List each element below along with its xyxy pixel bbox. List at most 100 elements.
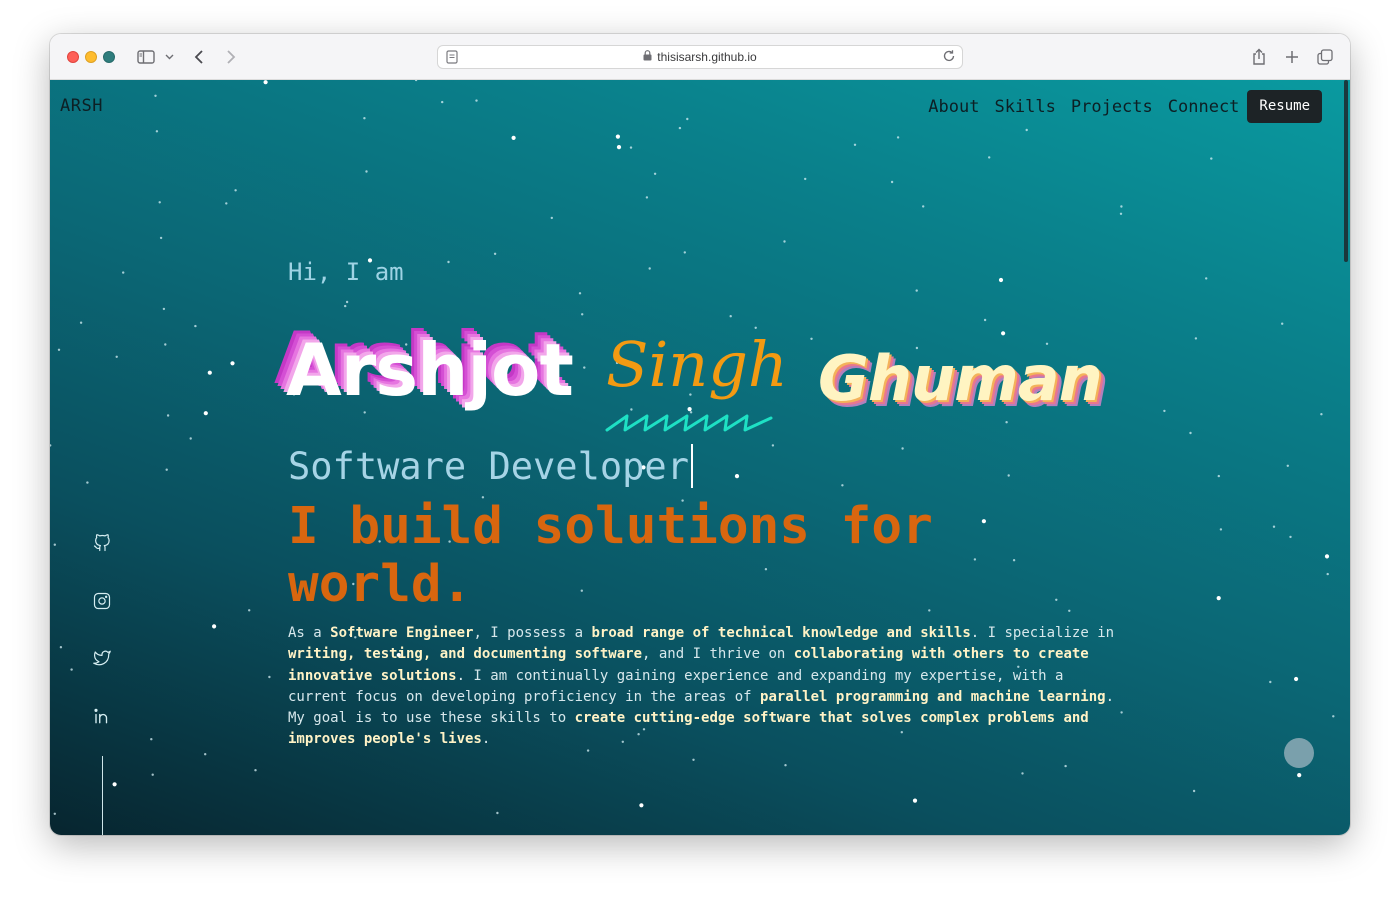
star (204, 753, 207, 756)
star (615, 134, 621, 139)
star (344, 304, 347, 308)
star (1068, 609, 1071, 612)
star (1001, 331, 1006, 336)
star (653, 172, 657, 175)
hero-role-text: Software Developer (288, 445, 689, 488)
star (734, 474, 740, 479)
star (1217, 474, 1221, 478)
star (1294, 676, 1299, 682)
star (230, 361, 235, 366)
zoom-window-button[interactable] (103, 51, 115, 63)
star (1210, 157, 1213, 160)
star (1219, 528, 1223, 531)
star (59, 646, 63, 649)
bio-highlight: writing, testing, and documenting softwa… (288, 646, 643, 663)
chevron-down-icon[interactable] (163, 46, 175, 68)
close-window-button[interactable] (67, 51, 79, 63)
star (915, 289, 918, 292)
star (1326, 572, 1329, 576)
star (493, 252, 497, 255)
star (645, 196, 649, 199)
star (1269, 680, 1272, 684)
bio-text: As a (288, 625, 331, 641)
bio-text: , and I thrive on (642, 646, 794, 663)
star (922, 205, 925, 208)
star (678, 126, 682, 130)
linkedin-icon[interactable] (92, 706, 112, 726)
page-viewport: ARSH About Skills Projects Connect Resum… (50, 80, 1350, 835)
star (896, 136, 900, 139)
nav-skills[interactable]: Skills (994, 97, 1055, 117)
star (683, 251, 686, 254)
share-icon[interactable] (1250, 46, 1268, 68)
star (583, 366, 586, 369)
browser-toolbar: thisisarsh.github.io (50, 34, 1350, 80)
nav-about[interactable]: About (928, 97, 979, 117)
star (1120, 711, 1123, 714)
hero-greeting: Hi, I am (288, 258, 404, 286)
star (810, 337, 813, 340)
bio-highlight: broad range of technical knowledge and s… (591, 625, 971, 641)
star (154, 94, 157, 97)
star (70, 668, 73, 671)
star (1194, 337, 1198, 340)
star (248, 609, 251, 612)
star (648, 267, 651, 270)
star (853, 143, 857, 146)
star (1289, 535, 1292, 539)
url-text: thisisarsh.github.io (657, 50, 757, 64)
star (345, 300, 349, 304)
star (53, 543, 56, 546)
star (254, 769, 257, 772)
star (1025, 128, 1028, 132)
star (1005, 421, 1008, 424)
star (1281, 322, 1284, 325)
resume-button[interactable]: Resume (1247, 90, 1322, 123)
star (1286, 464, 1290, 467)
star (686, 117, 689, 121)
back-arrow-icon[interactable] (191, 46, 207, 68)
instagram-icon[interactable] (92, 591, 112, 611)
star (1272, 525, 1276, 528)
nav-projects[interactable]: Projects (1071, 97, 1153, 117)
github-icon[interactable] (92, 533, 112, 553)
new-tab-icon[interactable] (1283, 46, 1301, 68)
star (1120, 205, 1123, 208)
star (414, 80, 418, 82)
page-menu-icon[interactable] (446, 50, 458, 67)
minimize-window-button[interactable] (85, 51, 97, 63)
scrollbar[interactable] (1344, 80, 1348, 262)
forward-arrow-icon[interactable] (223, 46, 239, 68)
star (998, 277, 1004, 283)
star (784, 764, 787, 767)
star (53, 812, 56, 815)
sidebar-toggle-icon[interactable] (136, 46, 156, 68)
site-logo[interactable]: ARSH (60, 96, 103, 116)
star (57, 348, 61, 351)
star (988, 156, 991, 159)
tab-overview-icon[interactable] (1316, 46, 1334, 68)
star (692, 758, 695, 761)
star (151, 773, 154, 776)
star (189, 437, 192, 440)
star (804, 177, 807, 181)
address-bar[interactable]: thisisarsh.github.io (437, 45, 963, 69)
twitter-icon[interactable] (92, 648, 112, 668)
hero-middle-name: Singh (606, 328, 788, 401)
floating-action-button[interactable] (1284, 738, 1314, 768)
star (447, 260, 450, 264)
bio-highlight: parallel programming and machine learnin… (760, 688, 1106, 705)
star (268, 675, 271, 679)
nav-connect[interactable]: Connect (1168, 97, 1240, 117)
star (511, 135, 516, 140)
star (122, 271, 125, 274)
hero-tagline: I build solutions for world. (288, 497, 933, 614)
star (783, 240, 786, 243)
star (234, 189, 237, 192)
star (1332, 715, 1335, 718)
hero-last-name: Ghuman (818, 342, 1103, 415)
reload-icon[interactable] (942, 49, 956, 66)
hero-bio: As a Software Engineer, I possess a broa… (288, 623, 1118, 751)
star (207, 370, 212, 375)
star (1055, 598, 1058, 601)
